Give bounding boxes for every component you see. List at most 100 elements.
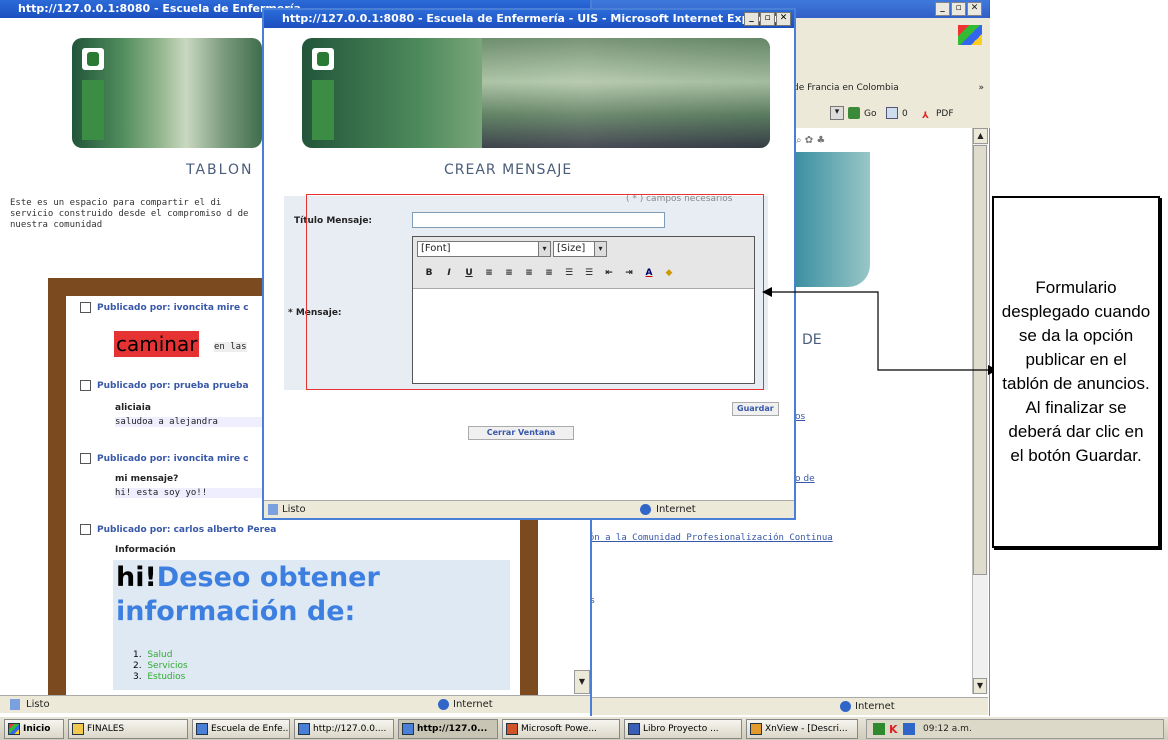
- taskbar-item[interactable]: XnView - [Descri...: [746, 719, 858, 739]
- popup-banner-sidebar: [312, 80, 334, 140]
- system-tray: K 09:12 a.m.: [866, 719, 1164, 739]
- favicon-icons: ⌕ ✿ ♣: [796, 135, 826, 146]
- post-header: Publicado por: prueba prueba: [80, 380, 249, 391]
- address-dropdown[interactable]: ▾: [830, 106, 844, 120]
- back-status-bar: Internet: [590, 697, 988, 715]
- popup-close-button[interactable]: ✕: [776, 12, 791, 26]
- popup-status-text: Listo: [282, 504, 306, 515]
- popup-maximize-button[interactable]: ▫: [760, 12, 775, 26]
- taskbar-item[interactable]: Libro Proyecto ...: [624, 719, 742, 739]
- chevron-icon: »: [978, 83, 984, 93]
- footer-links[interactable]: ción a la Comunidad Profesionalización C…: [578, 532, 838, 544]
- popup-heading: CREAR MENSAJE: [444, 162, 573, 178]
- board-status-text: Listo: [26, 699, 50, 710]
- post-checkbox[interactable]: [80, 302, 91, 313]
- back-scrollbar[interactable]: ▲ ▼: [972, 128, 988, 694]
- globe-icon: [438, 699, 449, 710]
- taskbar-item[interactable]: FINALES: [68, 719, 188, 739]
- post-body: hi! esta soy yo!!: [115, 488, 265, 498]
- address-bar: ▾ Go 0 ⅄ PDF: [790, 104, 990, 124]
- go-button[interactable]: Go: [864, 105, 876, 123]
- word-icon: [628, 723, 640, 735]
- tray-icon[interactable]: K: [889, 723, 898, 736]
- globe-icon: [840, 701, 851, 712]
- board-scrollbar[interactable]: ▼: [574, 670, 590, 694]
- popup-status-bar: Listo Internet: [264, 500, 794, 518]
- xnview-icon: [750, 723, 762, 735]
- close-button[interactable]: ✕: [967, 2, 982, 16]
- close-window-button[interactable]: Cerrar Ventana: [468, 426, 574, 440]
- tray-icon[interactable]: [903, 723, 915, 735]
- big-text-hi: hi!: [116, 562, 157, 593]
- links-bar-text: de Francia en Colombia: [793, 83, 899, 93]
- pdf-icon[interactable]: ⅄: [922, 107, 929, 125]
- annotation-arrow: [762, 287, 998, 375]
- board-intro-text: Este es un espacio para compartir el di …: [10, 198, 249, 230]
- form-highlight-box: [306, 194, 764, 390]
- big-text-line1: hi!Deseo obtener: [116, 562, 380, 593]
- link-fragment-1[interactable]: os: [795, 412, 805, 422]
- annotation-text: Formulario desplegado cuando se da la op…: [1001, 278, 1151, 465]
- ie-icon: [402, 723, 414, 735]
- post-title: mi mensaje?: [115, 474, 179, 484]
- page-icon: [10, 699, 20, 710]
- windows-flag-icon: [8, 723, 20, 735]
- board-window-title: http://127.0.0.1:8080 - Escuela de Enfer…: [18, 2, 301, 15]
- annotation-box: Formulario desplegado cuando se da la op…: [992, 196, 1160, 548]
- post-header: Publicado por: ivoncita mire c: [80, 302, 249, 313]
- scroll-down-button[interactable]: ▼: [973, 678, 987, 694]
- list-item: 2. Servicios: [133, 661, 188, 671]
- clock: 09:12 a.m.: [923, 724, 972, 734]
- taskbar: Inicio FINALES Escuela de Enfe... http:/…: [0, 716, 1168, 740]
- maximize-button[interactable]: ▫: [951, 2, 966, 16]
- ie-icon: [196, 723, 208, 735]
- taskbar-item[interactable]: Escuela de Enfe...: [192, 719, 290, 739]
- board-status-bar: Listo Internet: [0, 695, 590, 713]
- powerpoint-icon: [506, 723, 518, 735]
- popup-titlebar: http://127.0.0.1:8080 - Escuela de Enfer…: [264, 10, 794, 28]
- post-checkbox[interactable]: [80, 380, 91, 391]
- info-list: 1. Salud 2. Servicios 3. Estudios: [133, 650, 188, 683]
- minimize-button[interactable]: _: [935, 2, 950, 16]
- post-title: Información: [115, 545, 176, 555]
- windows-logo-icon: [958, 25, 982, 45]
- pdf-label[interactable]: PDF: [936, 105, 954, 123]
- counter-icon: [886, 107, 898, 119]
- board-section-title: TABLON: [186, 162, 254, 178]
- popup-title: http://127.0.0.1:8080 - Escuela de Enfer…: [282, 12, 780, 25]
- popup-status-zone: Internet: [656, 504, 696, 515]
- folder-icon: [72, 723, 84, 735]
- link-fragment-2[interactable]: o de: [795, 474, 815, 484]
- go-arrow-icon[interactable]: [848, 107, 860, 119]
- back-status-zone: Internet: [855, 701, 895, 712]
- save-button[interactable]: Guardar: [732, 402, 779, 416]
- post-checkbox[interactable]: [80, 453, 91, 464]
- board-status-zone: Internet: [453, 699, 493, 710]
- scroll-up-button[interactable]: ▲: [973, 128, 988, 144]
- taskbar-item[interactable]: http://127.0.0....: [294, 719, 394, 739]
- right-decor-panel: [795, 152, 870, 287]
- page-icon: [268, 504, 278, 515]
- taskbar-item-active[interactable]: http://127.0...: [398, 719, 498, 739]
- ie-icon: [298, 723, 310, 735]
- board-banner-sidebar: [82, 80, 104, 140]
- banner-photo: [482, 38, 770, 148]
- post-checkbox[interactable]: [80, 524, 91, 535]
- big-text-deseo: Deseo obtener: [156, 562, 380, 593]
- board-logo-icon: [82, 48, 104, 70]
- popup-logo-icon: [312, 48, 334, 70]
- globe-icon: [640, 504, 651, 515]
- list-item: 1. Salud: [133, 650, 173, 660]
- big-text-line2: información de:: [116, 596, 356, 627]
- tray-icon[interactable]: [873, 723, 885, 735]
- links-bar: de Francia en Colombia »: [790, 78, 990, 98]
- popup-minimize-button[interactable]: _: [744, 12, 759, 26]
- taskbar-item[interactable]: Microsoft Powe...: [502, 719, 620, 739]
- popup-window: http://127.0.0.1:8080 - Escuela de Enfer…: [262, 8, 796, 520]
- post-tail-text: en las: [214, 342, 247, 352]
- start-button[interactable]: Inicio: [4, 719, 64, 739]
- post-title: aliciaia: [115, 403, 151, 413]
- counter-label: 0: [902, 109, 908, 119]
- board-header-banner: [72, 38, 262, 148]
- list-item: 3. Estudios: [133, 672, 186, 682]
